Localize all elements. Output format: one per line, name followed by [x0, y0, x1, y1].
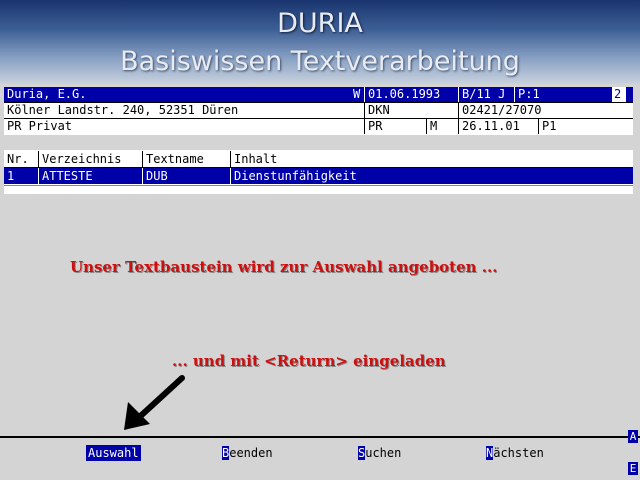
textbaustein-list: Nr. Verzeichnis Textname Inhalt 1 ATTEST…	[4, 150, 633, 194]
item-nr: 1	[7, 169, 15, 183]
function-bar-divider	[0, 436, 640, 438]
patient-code2: P1	[538, 119, 633, 134]
patient-phone: 02421/27070	[458, 103, 633, 118]
col-nr: Nr.	[7, 152, 29, 166]
patient-code: B/11 J	[458, 87, 514, 102]
function-key-bar: Auswahl Beenden Suchen Nächsten	[0, 443, 640, 463]
item-verzeichnis: ATTESTE	[38, 168, 142, 184]
hint-message-2: ... und mit <Return> eingeladen	[172, 352, 446, 370]
patient-name: Duria, E.G.	[7, 87, 87, 101]
beenden-button[interactable]: Beenden	[222, 445, 273, 461]
naechsten-button[interactable]: Nächsten	[486, 445, 544, 461]
auswahl-button[interactable]: Auswahl	[86, 445, 141, 461]
item-inhalt: Dienstunfähigkeit	[230, 168, 633, 184]
list-item[interactable]: 1 ATTESTE DUB Dienstunfähigkeit	[4, 168, 633, 184]
patient-address: Kölner Landstr. 240, 52351 Düren	[7, 103, 239, 117]
title-banner: DURIA Basiswissen Textverarbeitung	[0, 0, 640, 84]
col-inhalt: Inhalt	[230, 151, 633, 167]
patient-abbr: PR	[364, 119, 426, 134]
app-title: DURIA	[277, 8, 363, 39]
divider	[4, 185, 633, 186]
patient-type: PR Privat	[7, 119, 73, 133]
arrow-down-left-icon	[124, 375, 185, 430]
patient-date2: 26.11.01	[458, 119, 538, 134]
item-textname: DUB	[142, 168, 230, 184]
naechsten-label: ächsten	[493, 446, 544, 460]
list-header: Nr. Verzeichnis Textname Inhalt	[4, 151, 633, 167]
patient-num: 2	[612, 87, 626, 102]
header-row-1[interactable]: Duria, E.G. W 01.06.1993 B/11 J P:1 2	[4, 87, 633, 102]
patient-org: DKN	[364, 103, 458, 118]
header-row-3: PR Privat PR M 26.11.01 P1	[4, 119, 633, 134]
hint-message-1: Unser Textbaustein wird zur Auswahl ange…	[70, 258, 498, 276]
patient-gender: M	[426, 119, 458, 134]
suchen-button[interactable]: Suchen	[358, 445, 401, 461]
beenden-label: eenden	[229, 446, 273, 460]
col-verzeichnis: Verzeichnis	[38, 151, 142, 167]
side-marker-bottom: E	[628, 462, 638, 475]
patient-date: 01.06.1993	[364, 87, 458, 102]
side-marker-top: A	[628, 430, 638, 443]
patient-page: P:1	[514, 87, 609, 102]
app-subtitle: Basiswissen Textverarbeitung	[120, 46, 520, 77]
col-textname: Textname	[142, 151, 230, 167]
header-row-2: Kölner Landstr. 240, 52351 Düren DKN 024…	[4, 103, 633, 118]
suchen-label: uchen	[365, 446, 402, 460]
patient-flag: W	[353, 87, 361, 101]
patient-header: Duria, E.G. W 01.06.1993 B/11 J P:1 2 Kö…	[4, 87, 633, 135]
